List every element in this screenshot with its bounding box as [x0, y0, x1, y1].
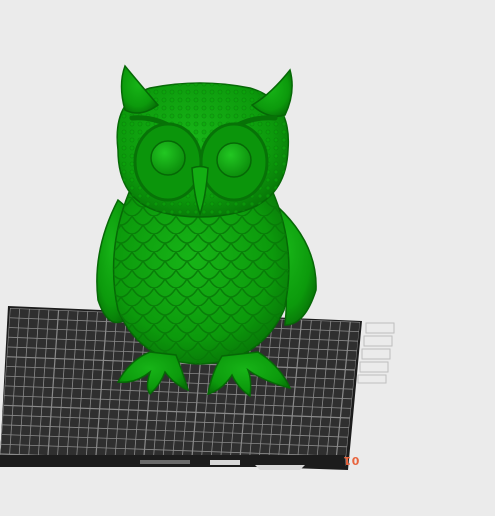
- owl-left-eye: [150, 140, 186, 176]
- view-iso-icon[interactable]: [359, 361, 389, 373]
- plate-bottom-notch: [210, 460, 240, 465]
- view-side-icon[interactable]: [361, 348, 391, 360]
- plate-number-label: 01: [343, 454, 360, 467]
- view-controls[interactable]: [357, 322, 395, 384]
- scene-canvas[interactable]: [0, 0, 495, 516]
- plate-corner-marker: [255, 465, 305, 470]
- 3d-viewport[interactable]: 01: [0, 0, 495, 516]
- plate-bottom-notch: [140, 460, 190, 464]
- view-front-icon[interactable]: [363, 335, 393, 347]
- view-top-icon[interactable]: [365, 322, 395, 334]
- owl-right-eye: [216, 142, 252, 178]
- view-bottom-icon[interactable]: [357, 374, 387, 384]
